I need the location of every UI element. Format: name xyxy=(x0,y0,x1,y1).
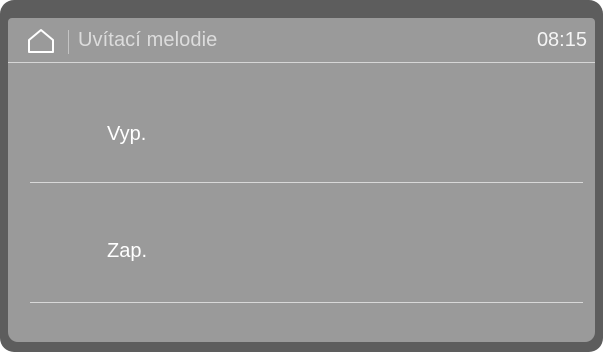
divider xyxy=(30,302,583,303)
option-off-label: Vyp. xyxy=(107,123,147,145)
option-off[interactable]: Vyp. xyxy=(30,63,583,182)
display-screen: Uvítací melodie 08:15 Vyp. Zap. xyxy=(8,18,595,342)
home-button[interactable] xyxy=(26,28,56,54)
option-on-label: Zap. xyxy=(107,240,148,262)
header-separator xyxy=(68,30,69,54)
device-bezel: Uvítací melodie 08:15 Vyp. Zap. xyxy=(0,0,603,352)
divider xyxy=(30,182,583,183)
page-title: Uvítací melodie xyxy=(78,29,218,51)
header-bar: Uvítací melodie 08:15 xyxy=(8,18,595,63)
clock-time: 08:15 xyxy=(536,29,587,51)
home-icon xyxy=(28,29,54,53)
option-on[interactable]: Zap. xyxy=(30,184,583,303)
